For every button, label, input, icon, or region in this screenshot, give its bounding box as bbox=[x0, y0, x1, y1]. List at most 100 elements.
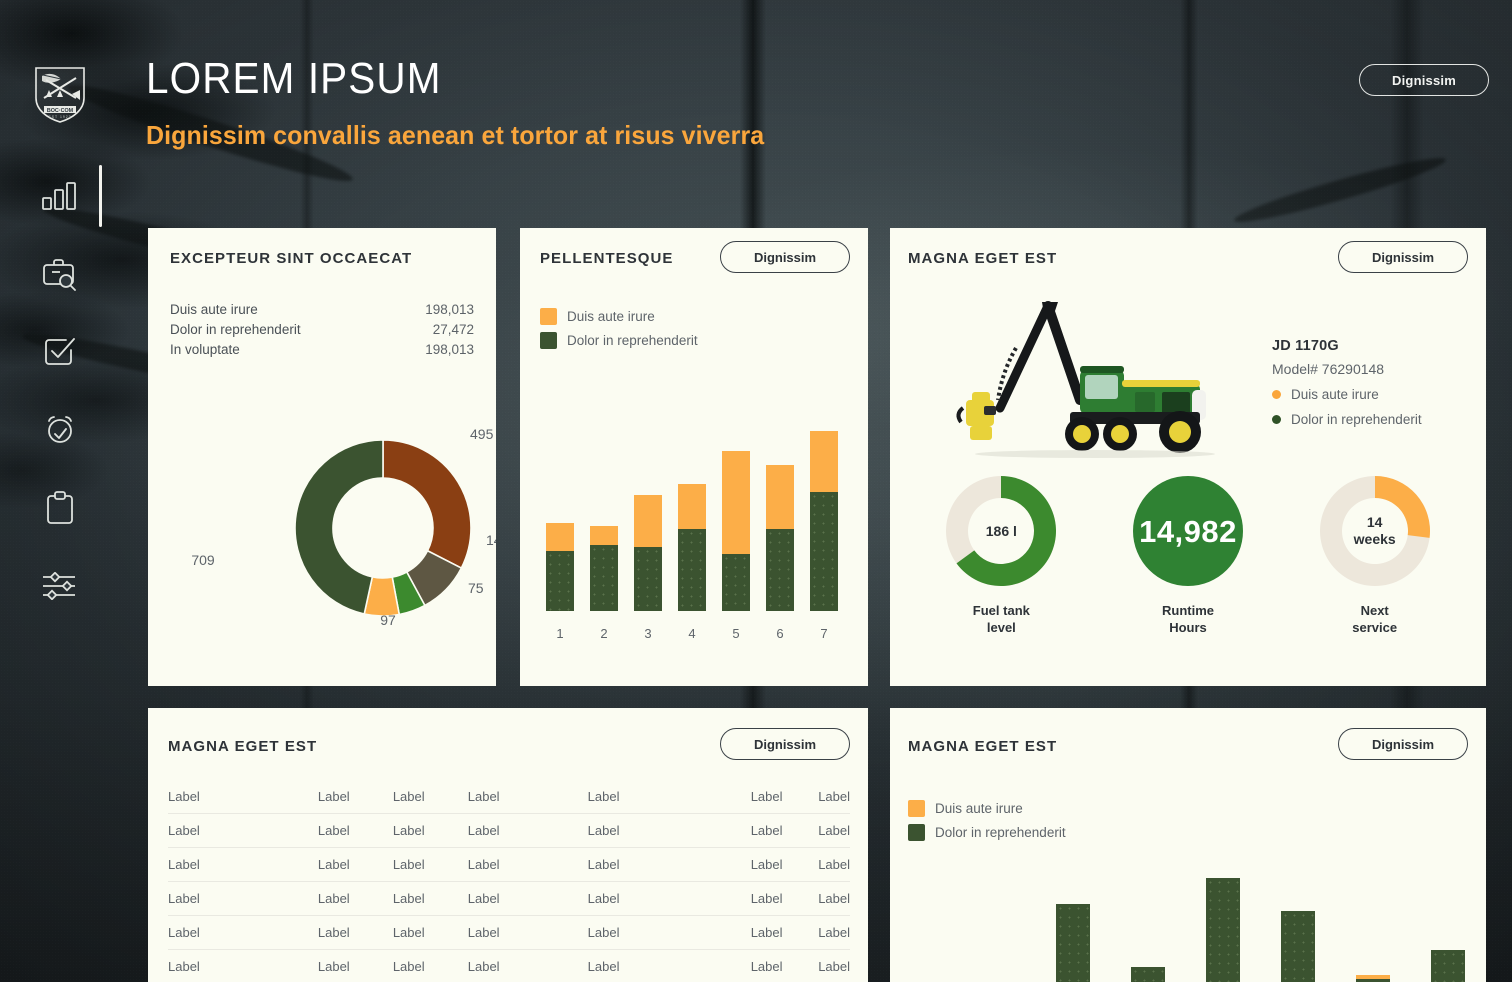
page-subtitle: Dignissim convallis aenean et tortor at … bbox=[146, 120, 765, 151]
table-cell: Label bbox=[715, 915, 783, 950]
machine-action-button[interactable]: Dignissim bbox=[1338, 241, 1468, 273]
x-axis-tick: 1 bbox=[556, 626, 564, 641]
legend-label: Duis aute irure bbox=[935, 800, 1023, 816]
table-row[interactable]: Label Label Label Label Label Label Label bbox=[168, 949, 850, 982]
stacked-bar[interactable] bbox=[766, 464, 794, 611]
pellentesque-action-button[interactable]: Dignissim bbox=[720, 241, 850, 273]
bar-segment-green bbox=[1281, 911, 1315, 982]
gauge: 186 l Fuel tank level bbox=[908, 476, 1095, 636]
table-cell: Label bbox=[168, 949, 318, 982]
sidebar-item-cases[interactable] bbox=[0, 254, 120, 294]
table-cell: Label bbox=[587, 813, 716, 848]
bar-segment-green bbox=[678, 528, 706, 611]
table-row[interactable]: Label Label Label Label Label Label Label bbox=[168, 780, 850, 814]
bar-chart-icon bbox=[42, 182, 76, 210]
sliders-settings-icon bbox=[43, 572, 75, 600]
table-row[interactable]: Label Label Label Label Label Label Label bbox=[168, 881, 850, 916]
table-cell: Label bbox=[317, 813, 393, 848]
header-action-button[interactable]: Dignissim bbox=[1359, 64, 1489, 96]
table-cell: Label bbox=[467, 813, 588, 848]
bar-segment-orange bbox=[766, 464, 794, 530]
mini-bar[interactable] bbox=[1206, 878, 1240, 982]
table-cell: Label bbox=[467, 949, 588, 982]
table-cell: Label bbox=[715, 780, 783, 814]
table-row[interactable]: Label Label Label Label Label Label Label bbox=[168, 847, 850, 882]
card-machine: MAGNA EGET EST Dignissim JD 1170G Model#… bbox=[890, 228, 1486, 686]
table-cell: Label bbox=[587, 949, 716, 982]
table-cell: Label bbox=[392, 780, 468, 814]
bar-segment-orange bbox=[722, 450, 750, 554]
stacked-bar[interactable] bbox=[810, 431, 838, 611]
table-cell: Label bbox=[782, 780, 850, 814]
stacked-bar-chart: 1 2 3 4 5 6 7 bbox=[540, 396, 850, 641]
mini-bar-chart bbox=[908, 858, 1468, 982]
legend-label: Dolor in reprehenderit bbox=[567, 332, 698, 348]
barchart-action-button[interactable]: Dignissim bbox=[1338, 728, 1468, 760]
kv-value: 198,013 bbox=[425, 302, 474, 317]
svg-text:BOC·COM: BOC·COM bbox=[47, 108, 74, 114]
sidebar-item-settings[interactable] bbox=[0, 566, 120, 606]
donut-segment-label: 709 bbox=[191, 552, 215, 568]
stacked-bar[interactable] bbox=[678, 483, 706, 611]
kv-label: In voluptate bbox=[170, 342, 240, 357]
card-table-title: MAGNA EGET EST bbox=[168, 738, 318, 755]
table-row[interactable]: Label Label Label Label Label Label Label bbox=[168, 813, 850, 848]
kv-value: 27,472 bbox=[432, 322, 474, 337]
table-cell: Label bbox=[392, 949, 468, 982]
table-cell: Label bbox=[715, 881, 783, 916]
donut-segment-label: 75 bbox=[468, 580, 484, 596]
mini-bar[interactable] bbox=[1281, 911, 1315, 982]
sidebar-item-analytics[interactable] bbox=[0, 165, 120, 227]
bar-segment-orange bbox=[590, 526, 618, 545]
legend-swatch bbox=[908, 799, 925, 817]
pellentesque-legend: Duis aute irure Dolor in reprehenderit bbox=[540, 304, 698, 352]
x-axis-tick: 7 bbox=[820, 626, 828, 641]
card-pellentesque-title: PELLENTESQUE bbox=[540, 250, 674, 267]
x-axis-tick: 4 bbox=[688, 626, 696, 641]
table-action-button[interactable]: Dignissim bbox=[720, 728, 850, 760]
stacked-bar[interactable] bbox=[546, 523, 574, 611]
mini-bar[interactable] bbox=[1131, 966, 1165, 982]
x-axis-tick: 3 bbox=[644, 626, 652, 641]
stacked-bar[interactable] bbox=[722, 450, 750, 611]
table-cell: Label bbox=[168, 780, 318, 814]
bar-segment-green bbox=[546, 550, 574, 611]
stacked-bar[interactable] bbox=[634, 495, 662, 611]
legend-label: Dolor in reprehenderit bbox=[935, 824, 1066, 840]
stacked-bar[interactable] bbox=[590, 526, 618, 611]
card-overview: EXCEPTEUR SINT OCCAECAT Duis aute irure … bbox=[148, 228, 496, 686]
table-cell: Label bbox=[392, 881, 468, 916]
card-table: MAGNA EGET EST Dignissim Label Label Label… bbox=[148, 708, 868, 982]
legend-swatch bbox=[540, 331, 557, 349]
sidebar-item-alerts[interactable] bbox=[0, 410, 120, 450]
sidebar-item-tasks[interactable] bbox=[0, 332, 120, 372]
table-cell: Label bbox=[782, 847, 850, 882]
gauge: 14,982 Runtime Hours bbox=[1095, 476, 1282, 636]
machine-info: JD 1170G Model# 76290148 Duis aute irure… bbox=[1272, 338, 1472, 427]
list-item: In voluptate 198,013 bbox=[170, 340, 474, 360]
legend-item: Dolor in reprehenderit bbox=[540, 328, 698, 352]
gauge-label: Next service bbox=[1352, 603, 1398, 635]
sidebar-item-reports[interactable] bbox=[0, 488, 120, 528]
gauge-value: 14,982 bbox=[1139, 513, 1237, 549]
bar-segment-green bbox=[766, 529, 794, 611]
table-cell: Label bbox=[467, 847, 588, 882]
clipboard-icon bbox=[47, 491, 73, 524]
legend-label: Dolor in reprehenderit bbox=[1291, 412, 1422, 427]
machine-gauges: 186 l Fuel tank level 14,982 Runtime Hours 14 w… bbox=[908, 476, 1468, 636]
mini-bar[interactable] bbox=[1056, 903, 1090, 982]
brand-crest-logo[interactable]: BOC·COM EST 1923 bbox=[31, 62, 89, 124]
table-cell: Label bbox=[782, 949, 850, 982]
donut-segment[interactable] bbox=[382, 439, 472, 570]
table-cell: Label bbox=[317, 780, 393, 814]
donut-segment[interactable] bbox=[294, 439, 384, 615]
mini-bar[interactable] bbox=[1431, 949, 1465, 982]
donut-segment-label: 97 bbox=[380, 612, 396, 628]
table-cell: Label bbox=[782, 813, 850, 848]
kv-label: Duis aute irure bbox=[170, 302, 258, 317]
mini-bar[interactable] bbox=[1356, 975, 1390, 982]
gauge-label: Runtime Hours bbox=[1162, 603, 1214, 635]
table-cell: Label bbox=[317, 847, 393, 882]
bar-segment-green bbox=[1431, 949, 1465, 982]
table-row[interactable]: Label Label Label Label Label Label Label bbox=[168, 915, 850, 950]
